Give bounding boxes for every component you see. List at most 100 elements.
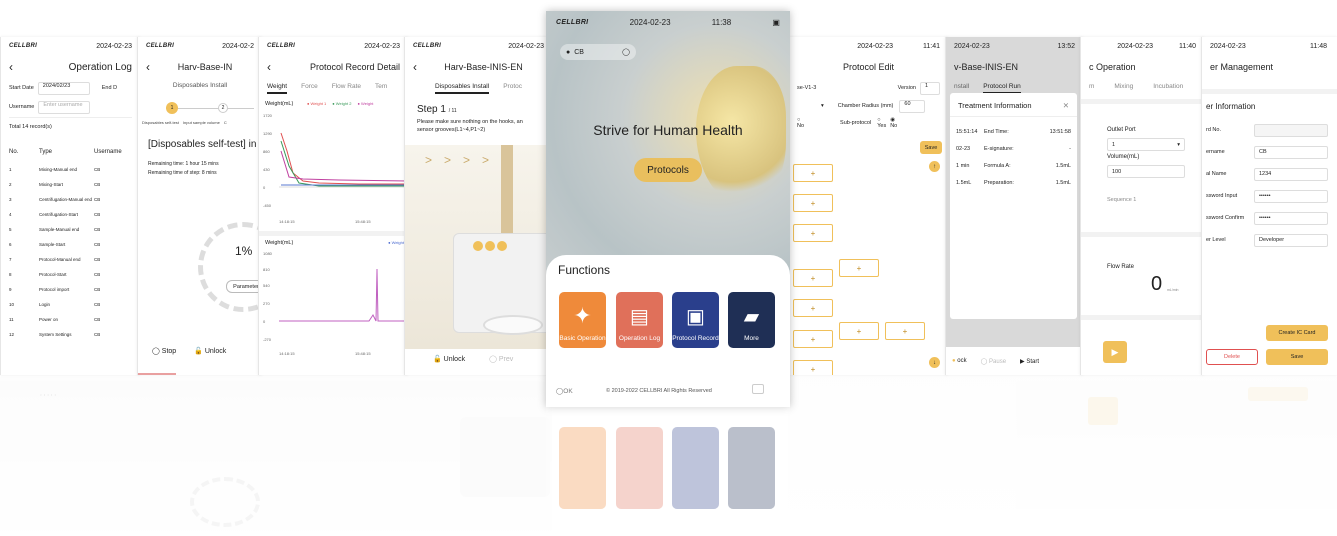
chamber-field[interactable]: 60 [899,99,926,113]
table-row[interactable]: 4 Centrifugation-Start CB [1,207,140,222]
form-row: er Level Developer [1202,229,1337,251]
username-input[interactable]: Enter username [38,100,91,114]
up-arrow-icon[interactable]: ↑ [929,161,940,172]
field-input[interactable]: 1234 [1254,167,1328,181]
table-row[interactable]: 6 Sample-Start CB [1,237,140,252]
table-row[interactable]: 1 Mixing-Manual end CB [1,162,140,177]
pause-button[interactable]: ◯ Pause [981,358,1006,365]
operation-log-tile[interactable]: ▤ Operation Log [616,292,663,348]
radio-no-selected[interactable]: ◉ No [890,117,897,129]
table-row[interactable]: 9 Protocol import CB [1,282,140,297]
field-input[interactable]: Developer [1254,233,1328,247]
prev-button[interactable]: ◯ Prev [489,355,513,363]
legend-weight-2: ● Weight 2 [332,101,352,106]
tab-protocol[interactable]: Protoc [503,83,522,94]
step-count: / 11 [448,108,457,114]
cell-type: Centrifugation-Start [39,212,79,217]
add-step-button[interactable]: + [793,194,833,212]
back-icon[interactable]: ‹ [146,60,150,74]
cell-username: CB [94,182,101,187]
protocols-button[interactable]: Protocols [634,158,702,182]
add-step-button[interactable]: + [839,322,879,340]
info-left: 15:51:14 [956,128,978,135]
table-row[interactable]: 5 Sample-Manual end CB [1,222,140,237]
tab-force[interactable]: Force [301,83,318,94]
field-input[interactable] [1254,123,1328,137]
cell-type: Login [39,302,51,307]
tab-m[interactable]: m [1089,83,1094,90]
reflection-left: ⋅ ⋅ ⋅ ⋅ ⋅ [0,377,552,536]
status-date: 2024-02-23 [629,17,671,27]
add-step-button[interactable]: + [793,164,833,182]
tab-weight[interactable]: Weight [267,83,288,94]
table-row[interactable]: 8 Protocol-Start CB [1,267,140,282]
more-tile[interactable]: ▰ More [728,292,775,348]
add-step-button[interactable]: + [793,360,833,375]
chart1-label: Weight(mL) [265,101,294,107]
down-arrow-icon[interactable]: ↓ [929,357,940,368]
info-label: E-signature: [984,145,1014,152]
lock-button[interactable]: ● ock [952,358,967,364]
status-time: 11:41 [923,42,940,50]
page-title: Protocol Record Detail [309,62,400,72]
info-row: 1.5mL Preparation: 1.5mL [956,174,1071,191]
add-step-button[interactable]: + [793,299,833,317]
logout-icon[interactable]: ◯ [622,48,630,56]
stop-button[interactable]: ◯ Stop [152,347,176,355]
cell-no: 6 [9,242,12,247]
field-input[interactable]: •••••• [1254,189,1328,203]
basic-operation-tile[interactable]: ✦ Basic Operation [559,292,606,348]
unlock-button[interactable]: 🔓 Unlock [433,355,465,363]
tab-temp[interactable]: Tem [375,83,387,94]
delete-button[interactable]: Delete [1206,349,1258,365]
step-2-indicator: 2 [218,103,228,113]
save-button[interactable]: Save [920,141,942,154]
table-row[interactable]: 3 Centrifugation-Manual end CB [1,192,140,207]
add-step-button[interactable]: + [793,224,833,242]
radio-yes[interactable]: ○ Yes [877,117,886,129]
table-row[interactable]: 10 Login CB [1,297,140,312]
field-input[interactable]: •••••• [1254,211,1328,225]
field-input[interactable]: CB [1254,145,1328,159]
ok-button[interactable]: ◯OK [556,387,573,395]
add-step-button[interactable]: + [793,330,833,348]
close-icon[interactable]: ✕ [1063,101,1069,110]
add-step-button[interactable]: + [885,322,925,340]
cell-username: CB [94,302,101,307]
volume-field[interactable]: 100 [1107,165,1185,178]
cell-no: 12 [9,332,15,337]
table-row[interactable]: 12 System Settings CB [1,327,140,342]
outlet-port-select[interactable]: 1 ▾ [1107,138,1185,151]
protocol-record-tile[interactable]: ▣ Protocol Record [672,292,719,348]
tab-incubation[interactable]: Incubation [1153,83,1183,90]
add-step-button[interactable]: + [839,259,879,277]
table-row[interactable]: 11 Power on CB [1,312,140,327]
operation-log-screen: CELLBRI 2024-02-23 ‹ Operation Log Start D… [0,37,140,375]
version-field[interactable]: 1 [920,81,940,95]
step-label-selftest: Disposables self-test [142,120,179,125]
start-date-field[interactable]: 2024/02/23 [37,81,90,95]
save-button[interactable]: Save [1266,349,1328,365]
back-icon[interactable]: ‹ [267,60,271,74]
back-icon[interactable]: ‹ [413,60,417,74]
tab-flow-rate[interactable]: Flow Rate [332,83,361,94]
status-date: 2024-02-23 [954,42,990,50]
radio-no[interactable]: ○ No [797,117,804,129]
tab-mixing[interactable]: Mixing [1114,83,1133,90]
parameter-button[interactable]: Parameter [226,280,262,293]
dropdown-caret[interactable]: ▾ [821,103,824,109]
table-row[interactable]: 7 Protocol-Manual end CB [1,252,140,267]
table-row[interactable]: 2 Mixing-Start CB [1,177,140,192]
screen-toggle-icon[interactable] [752,384,764,394]
cell-type: Protocol import [39,287,70,292]
user-chip[interactable]: ● CB ◯ [560,44,636,60]
tab-disposables-install[interactable]: Disposables Install [435,83,490,94]
legend-weight-1: ● Weight 1 [307,101,327,106]
play-button[interactable]: ▶ [1103,341,1127,363]
start-button[interactable]: ▶ Start [1020,358,1039,365]
info-label: Formula A: [984,162,1011,169]
add-step-button[interactable]: + [793,269,833,287]
back-icon[interactable]: ‹ [9,60,13,74]
unlock-button[interactable]: 🔓 Unlock [194,347,226,355]
create-ic-card-button[interactable]: Create IC Card [1266,325,1328,341]
